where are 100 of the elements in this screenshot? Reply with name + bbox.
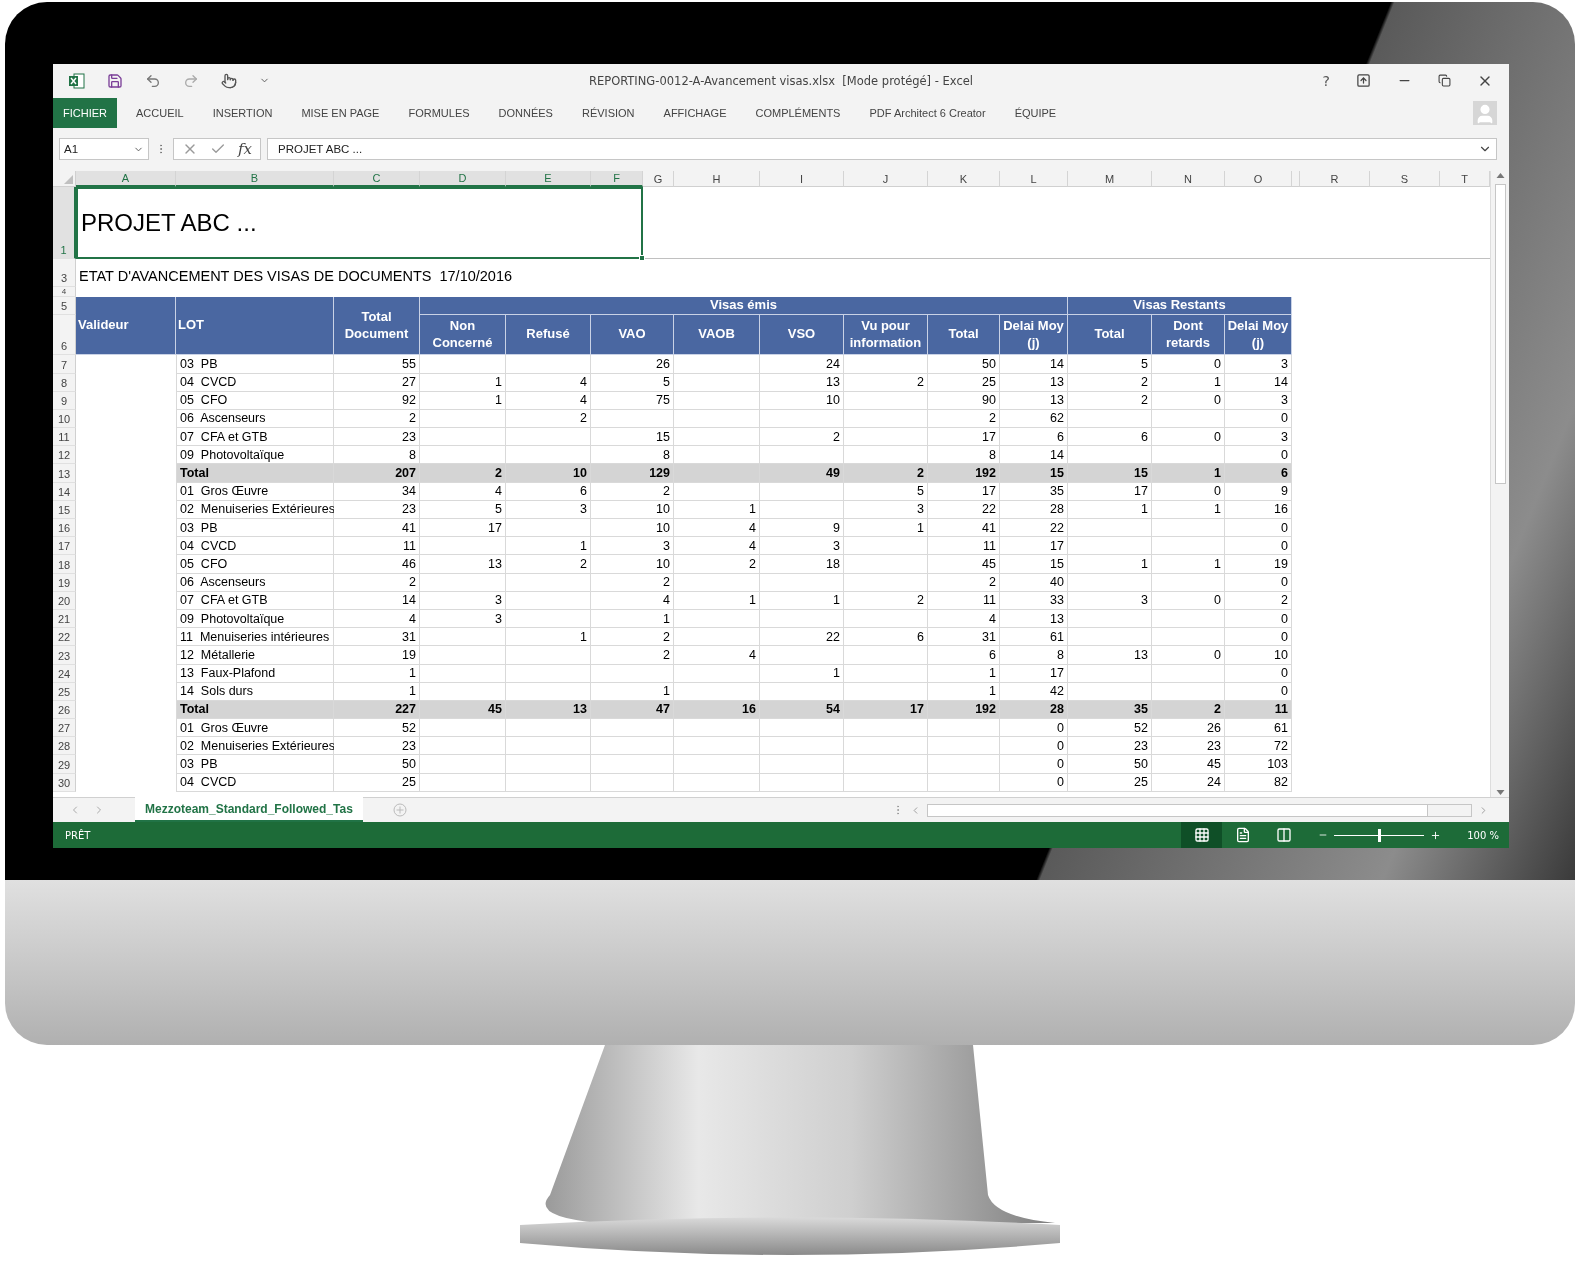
title-cell[interactable]: PROJET ABC ... (76, 187, 643, 260)
row-number[interactable]: 6 (53, 315, 76, 356)
sheet-tab[interactable]: Mezzoteam_Standard_Followed_Tas (135, 797, 363, 823)
name-box[interactable]: A1 (59, 138, 149, 161)
row-number[interactable]: 16 (53, 519, 76, 538)
row-number[interactable]: 28 (53, 737, 76, 756)
table-cell: 55 (334, 355, 420, 374)
column-heading[interactable]: J (844, 171, 928, 188)
column-heading[interactable]: R (1300, 171, 1370, 188)
table-cell: 5 (1068, 355, 1152, 374)
column-heading[interactable]: G (643, 171, 674, 188)
row-number[interactable]: 17 (53, 537, 76, 556)
view-button[interactable] (1181, 822, 1223, 848)
ribbon-tab[interactable]: COMPLÉMENTS (742, 97, 854, 128)
row-number[interactable]: 5 (53, 297, 76, 316)
ribbon-tab[interactable]: AFFICHAGE (650, 97, 740, 128)
table-cell: 50 (928, 355, 1000, 374)
column-heading[interactable]: E (506, 171, 591, 188)
user-avatar-icon[interactable] (1473, 100, 1497, 125)
zoom-in-icon[interactable] (1430, 829, 1442, 841)
column-heading[interactable]: O (1225, 171, 1292, 188)
row-number[interactable]: 1 (53, 187, 76, 260)
help-button[interactable]: ? (1322, 72, 1330, 89)
table-cell: 13 (420, 555, 506, 574)
table-cell: 22 (760, 628, 844, 647)
column-heading[interactable] (1292, 171, 1300, 188)
column-heading[interactable]: C (334, 171, 420, 188)
column-heading[interactable]: L (1000, 171, 1068, 188)
row-number[interactable]: 11 (53, 428, 76, 447)
row-number[interactable]: 12 (53, 446, 76, 465)
insert-function-button[interactable]: fx (238, 140, 252, 159)
table-cell: 1 (1068, 555, 1152, 574)
fill-handle[interactable] (639, 255, 645, 262)
horizontal-scrollbar[interactable] (927, 803, 1472, 817)
ribbon-tab[interactable]: FORMULES (395, 97, 483, 128)
scroll-thumb[interactable] (1494, 184, 1506, 485)
ribbon-tab[interactable]: MISE EN PAGE (288, 97, 393, 128)
select-all-icon[interactable] (64, 175, 73, 185)
table-cell: 1 (1152, 555, 1225, 574)
vertical-scrollbar[interactable] (1490, 171, 1509, 798)
zoom-level[interactable]: 100 % (1451, 829, 1509, 841)
column-header: Non Concerné (420, 315, 506, 356)
table-cell: 8 (591, 446, 674, 465)
row-number[interactable]: 23 (53, 646, 76, 665)
ribbon-tab[interactable]: PDF Architect 6 Creator (856, 97, 999, 128)
column-heading[interactable]: B (176, 171, 334, 188)
file-tab[interactable]: FICHIER (53, 97, 117, 128)
row-number[interactable]: 13 (53, 464, 76, 483)
table-cell: 1 (506, 628, 591, 647)
column-heading[interactable]: N (1152, 171, 1225, 188)
undo-icon[interactable] (145, 72, 161, 89)
ribbon-tab[interactable]: ACCUEIL (123, 97, 197, 128)
column-heading[interactable]: A (76, 171, 176, 188)
table-cell: 2 (844, 464, 928, 483)
table-cell: 10 (591, 519, 674, 538)
table-cell: 0 (1225, 446, 1292, 465)
table-cell: 1 (1152, 464, 1225, 483)
table-cell: 11 (334, 537, 420, 556)
row-number[interactable]: 3 (53, 259, 76, 288)
column-header: Delai Moy (j) (1000, 315, 1068, 356)
ribbon-tab[interactable]: INSERTION (199, 97, 286, 128)
table-cell: 15 (1068, 464, 1152, 483)
ribbon-tab[interactable]: RÉVISION (568, 97, 648, 128)
touch-mode-icon[interactable] (221, 72, 237, 89)
table-cell: 8 (928, 446, 1000, 465)
table-cell: 10 (1225, 646, 1292, 665)
total-label: Total (176, 464, 334, 483)
column-header: LOT (176, 297, 334, 356)
row-number[interactable]: 29 (53, 755, 76, 774)
row-number[interactable]: 7 (53, 355, 76, 374)
ribbon-tab[interactable]: DONNÉES (485, 97, 566, 128)
column-heading[interactable]: M (1068, 171, 1152, 188)
table-cell: 0 (1000, 719, 1068, 738)
table-cell: 22 (1000, 519, 1068, 538)
redo-icon[interactable] (183, 72, 199, 89)
table-cell: 41 (334, 519, 420, 538)
row-number[interactable]: 27 (53, 719, 76, 738)
row-number[interactable]: 22 (53, 628, 76, 647)
row-number[interactable]: 18 (53, 555, 76, 574)
restore-icon[interactable] (1438, 74, 1451, 88)
table-cell: 0 (1225, 519, 1292, 538)
column-heading[interactable]: F (591, 171, 643, 188)
table-cell: 17 (420, 519, 506, 538)
column-heading[interactable]: K (928, 171, 1000, 188)
column-heading[interactable]: H (674, 171, 760, 188)
column-heading[interactable]: D (420, 171, 506, 188)
save-icon[interactable] (107, 72, 123, 89)
table-cell: 24 (760, 355, 844, 374)
table-cell: 61 (1000, 628, 1068, 647)
table-cell: 14 (1000, 355, 1068, 374)
scroll-thumb[interactable] (928, 804, 1428, 816)
column-heading[interactable]: S (1370, 171, 1440, 188)
add-sheet-icon[interactable] (392, 803, 407, 818)
column-heading[interactable]: I (760, 171, 844, 188)
formula-input[interactable]: PROJET ABC ... (267, 138, 1497, 161)
column-heading[interactable]: T (1440, 171, 1490, 188)
ribbon-display-icon[interactable] (1356, 73, 1371, 89)
zoom-thumb[interactable] (1378, 828, 1382, 842)
ribbon-tab[interactable]: ÉQUIPE (1001, 97, 1070, 128)
row-number[interactable]: 4 (53, 287, 76, 298)
